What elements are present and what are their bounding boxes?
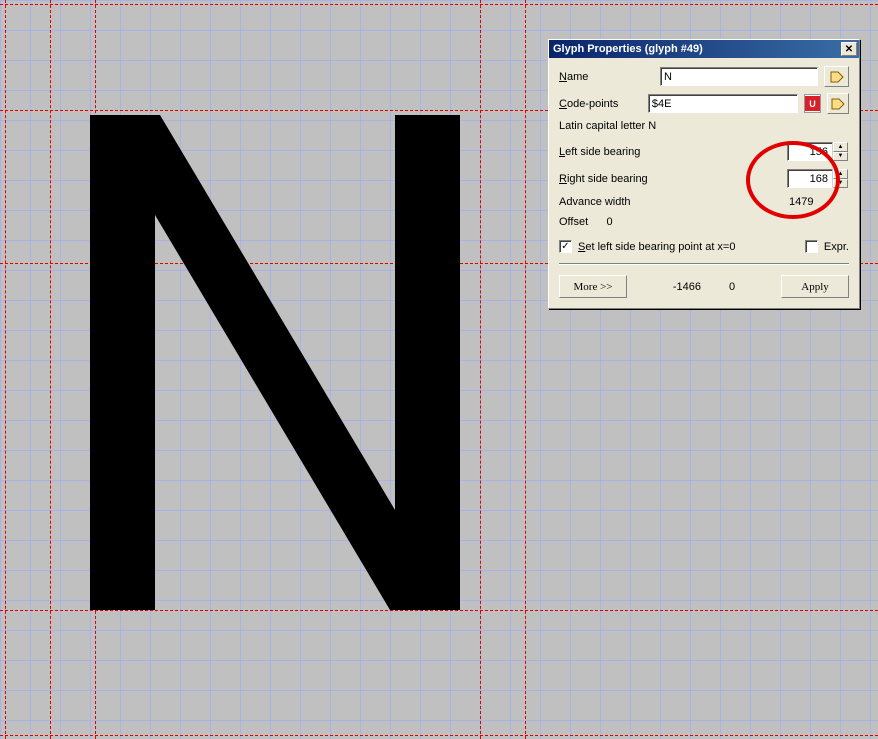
rsb-label: Right side bearing [559, 173, 787, 185]
offset-label: Offset [559, 216, 588, 228]
expr-checkbox[interactable] [805, 240, 818, 253]
apply-button[interactable]: Apply [781, 275, 849, 298]
advance-width-label: Advance width [559, 196, 787, 208]
grid-line-h [0, 690, 878, 691]
spin-up-icon[interactable]: ▲ [833, 142, 848, 152]
glyph-properties-dialog: Glyph Properties (glyph #49) ✕ Name Code… [548, 39, 860, 309]
svg-text:U: U [809, 99, 816, 109]
guide-horizontal[interactable] [0, 4, 878, 5]
spin-down-icon[interactable]: ▼ [833, 152, 848, 162]
unicode-icon: U [804, 94, 821, 113]
tag-icon [830, 71, 844, 83]
codepoints-lookup-button[interactable] [827, 93, 849, 114]
name-lookup-button[interactable] [824, 66, 849, 87]
rsb-stepper[interactable]: ▲ ▼ [787, 169, 849, 188]
status-value-2: 0 [729, 281, 735, 293]
spin-up-icon[interactable]: ▲ [833, 169, 848, 179]
dialog-titlebar[interactable]: Glyph Properties (glyph #49) ✕ [549, 40, 859, 58]
lsb-stepper[interactable]: ▲ ▼ [787, 142, 849, 161]
guide-horizontal[interactable] [0, 610, 878, 611]
offset-value: 0 [607, 216, 613, 228]
status-value-1: -1466 [673, 281, 701, 293]
dialog-title: Glyph Properties (glyph #49) [553, 43, 703, 55]
grid-line-h [0, 30, 878, 31]
grid-line-h [0, 630, 878, 631]
codepoints-label: Code-points [559, 98, 642, 110]
spin-down-icon[interactable]: ▼ [833, 179, 848, 189]
grid-line-h [0, 0, 878, 1]
name-field[interactable] [660, 67, 818, 86]
set-lsb-label: Set left side bearing point at x=0 [578, 241, 799, 253]
codepoints-field[interactable] [648, 94, 798, 113]
divider [559, 263, 849, 265]
expr-label: Expr. [824, 241, 849, 253]
close-icon[interactable]: ✕ [841, 42, 857, 56]
glyph-outline[interactable] [85, 115, 465, 610]
more-button[interactable]: More >> [559, 275, 627, 298]
rsb-field[interactable] [787, 169, 833, 188]
tag-icon [831, 98, 845, 110]
advance-width-value: 1479 [787, 196, 849, 208]
guide-horizontal[interactable] [0, 735, 878, 736]
grid-line-h [0, 720, 878, 721]
set-lsb-checkbox[interactable]: ✓ [559, 240, 572, 253]
grid-line-h [0, 660, 878, 661]
name-label: Name [559, 71, 654, 83]
lsb-label: Left side bearing [559, 146, 787, 158]
lsb-field[interactable] [787, 142, 833, 161]
glyph-description: Latin capital letter N [559, 120, 849, 132]
